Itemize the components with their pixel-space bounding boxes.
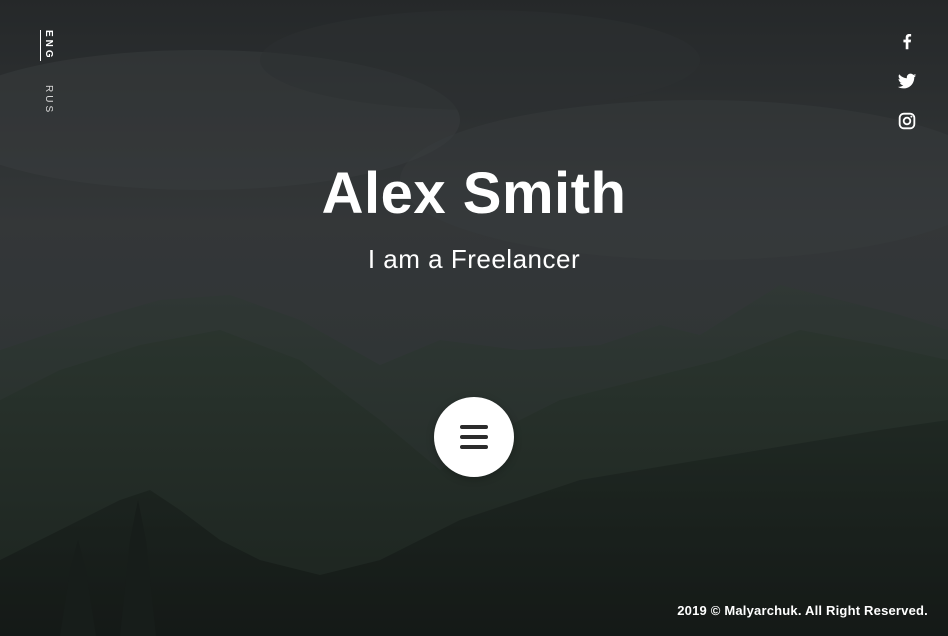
lang-rus-link[interactable]: RUS (40, 85, 54, 115)
lang-eng-link[interactable]: ENG (40, 30, 54, 61)
subtitle-prefix: I am a (367, 244, 451, 274)
twitter-link[interactable] (896, 70, 918, 92)
hero-title: Alex Smith (321, 161, 627, 226)
hero-section: ENG RUS Alex Smith I am a Freelancer 201… (0, 0, 948, 636)
footer-copyright: 2019 © Malyarchuk. All Right Reserved. (677, 603, 928, 618)
instagram-icon (898, 112, 916, 130)
social-links (896, 30, 918, 150)
dark-overlay (0, 0, 948, 636)
twitter-icon (897, 73, 917, 89)
subtitle-role: Freelancer (450, 244, 581, 274)
menu-button[interactable] (434, 397, 514, 477)
menu-bar (460, 445, 488, 449)
instagram-link[interactable] (896, 110, 918, 132)
language-switch: ENG RUS (40, 30, 54, 115)
facebook-link[interactable] (896, 30, 918, 52)
menu-bar (460, 435, 488, 439)
menu-bar (460, 425, 488, 429)
facebook-icon (903, 33, 912, 50)
hero-subtitle: I am a Freelancer (0, 244, 948, 275)
